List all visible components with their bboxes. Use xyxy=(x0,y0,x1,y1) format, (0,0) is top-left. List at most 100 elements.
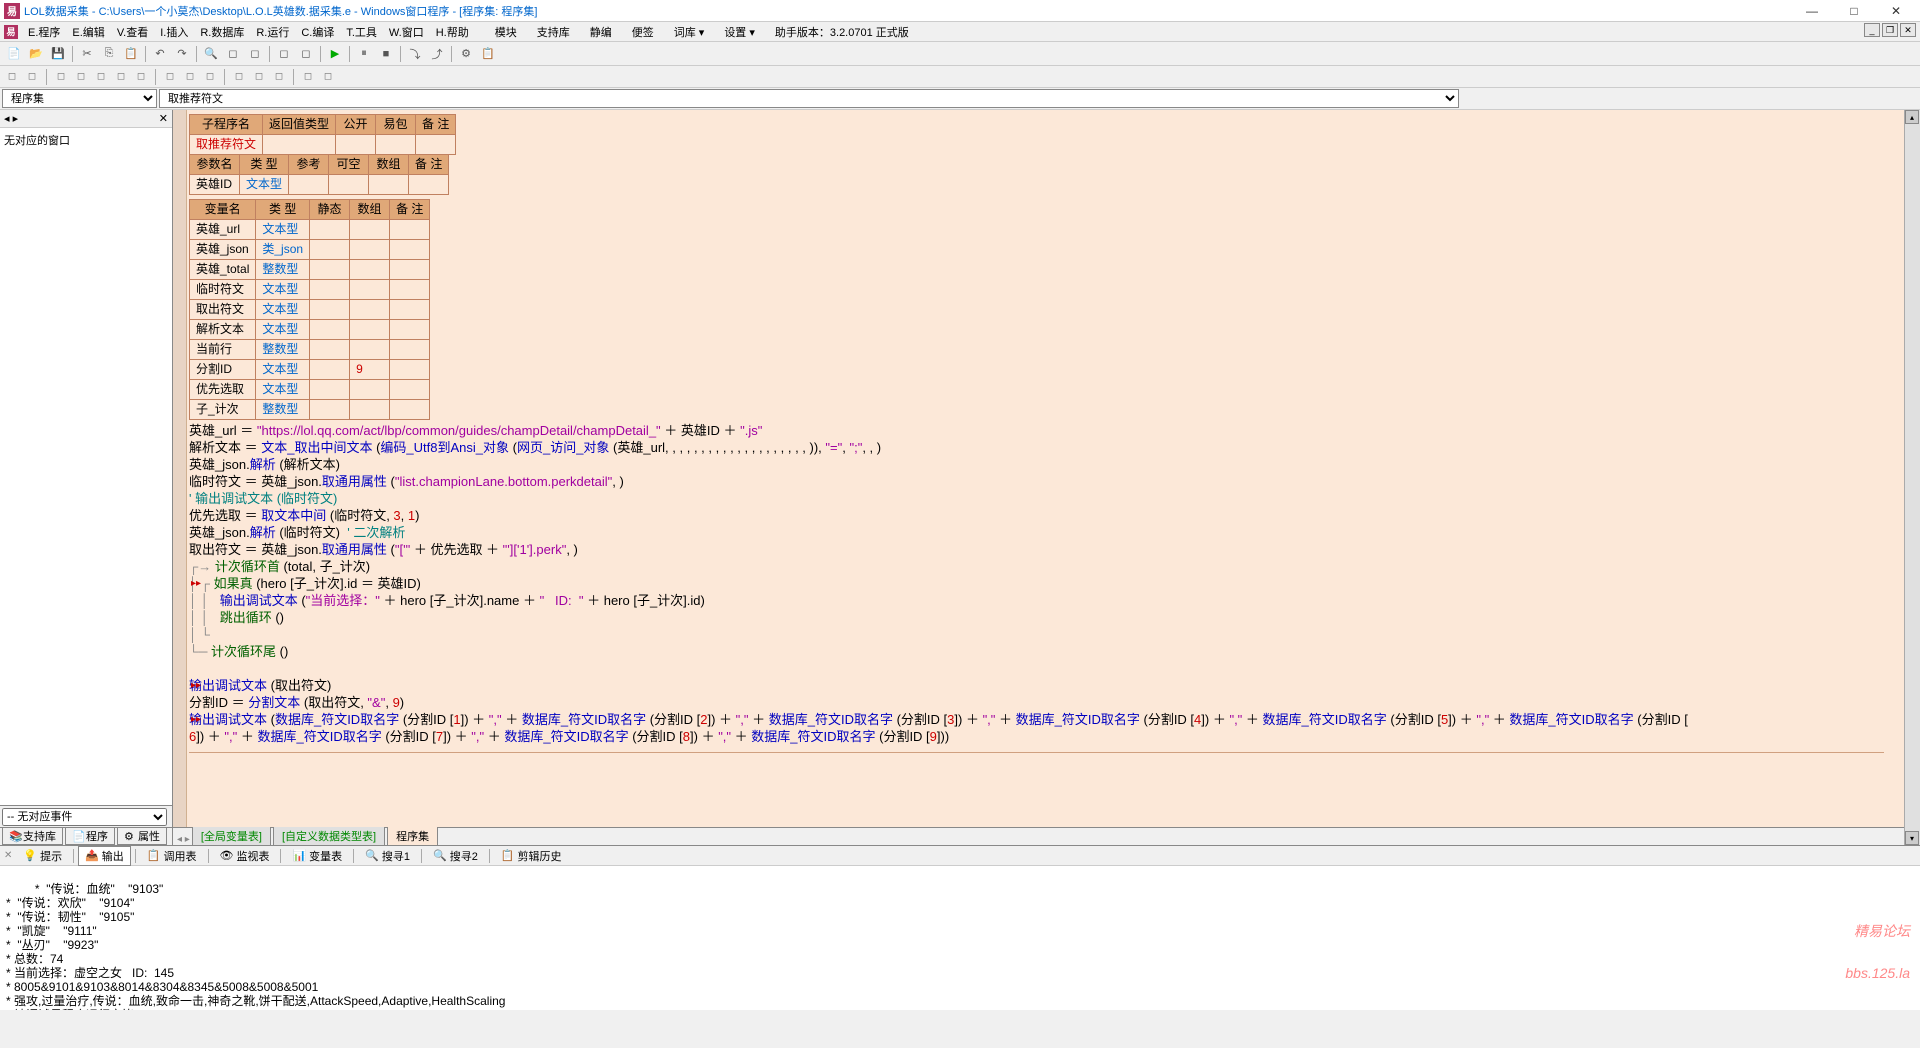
code-line: │ │ 跳出循环 () xyxy=(189,609,1904,626)
vertical-scrollbar[interactable]: ▴ ▾ xyxy=(1904,110,1920,845)
btn-icon[interactable]: ⚙ xyxy=(456,44,476,64)
table-row: 英雄_url文本型 xyxy=(190,220,430,240)
debug-tab-watch[interactable]: 👁 监视表 xyxy=(213,846,277,866)
minimize-button[interactable]: — xyxy=(1800,3,1824,19)
btn-icon[interactable]: 📋 xyxy=(478,44,498,64)
tool-icon[interactable]: ◻ xyxy=(251,69,267,85)
tool-icon[interactable]: ◻ xyxy=(93,69,109,85)
table-row: 临时符文文本型 xyxy=(190,280,430,300)
mdi-minimize[interactable]: _ xyxy=(1864,23,1880,37)
debug-tab-search2[interactable]: 🔍 搜寻2 xyxy=(426,846,485,866)
code-line: ▸▸输出调试文本 (数据库_符文ID取名字 (分割ID [1]) ＋ "," ＋… xyxy=(189,711,1904,728)
step-icon[interactable]: ⤴ xyxy=(427,44,447,64)
debug-tab-search1[interactable]: 🔍 搜寻1 xyxy=(358,846,417,866)
copy-icon[interactable]: ⎘ xyxy=(99,44,119,64)
redo-icon[interactable]: ↷ xyxy=(172,44,192,64)
debug-tab-cliphistory[interactable]: 📋 剪辑历史 xyxy=(494,846,569,866)
maximize-button[interactable]: □ xyxy=(1842,3,1866,19)
left-panel-header: ◂ ▸ ✕ xyxy=(0,110,172,128)
tab-program-set[interactable]: 程序集 xyxy=(387,826,438,845)
tab-property[interactable]: ⚙属性 xyxy=(117,828,167,845)
run-icon[interactable]: ▶ xyxy=(325,44,345,64)
menu-database[interactable]: R.数据库 xyxy=(194,22,250,42)
tab-program[interactable]: 📄程序 xyxy=(65,828,115,845)
menu-edit[interactable]: E.编辑 xyxy=(66,22,110,42)
menu-run[interactable]: R.运行 xyxy=(250,22,295,42)
undo-icon[interactable]: ↶ xyxy=(150,44,170,64)
panel-arrows[interactable]: ◂ ▸ xyxy=(4,112,18,125)
tool-icon[interactable]: ◻ xyxy=(300,69,316,85)
code-line: 临时符文 ＝ 英雄_json.取通用属性 ("list.championLane… xyxy=(189,473,1904,490)
code-line: ┌→ 计次循环首 (total, 子_计次) xyxy=(189,558,1904,575)
panel-close-icon[interactable]: ✕ xyxy=(159,112,168,125)
tool-icon[interactable]: ◻ xyxy=(113,69,129,85)
menu-static-compile[interactable]: 静编 xyxy=(590,24,612,40)
mdi-close[interactable]: ✕ xyxy=(1900,23,1916,37)
tab-global-var[interactable]: [全局变量表] xyxy=(192,826,271,845)
variable-table[interactable]: 变量名类 型静态数组备 注 英雄_url文本型 英雄_json类_json 英雄… xyxy=(189,199,430,420)
debug-tab-hint[interactable]: 💡 提示 xyxy=(16,846,69,866)
app-icon: 易 xyxy=(4,3,20,19)
menu-window[interactable]: W.窗口 xyxy=(383,22,430,42)
menu-tools[interactable]: T.工具 xyxy=(340,22,383,42)
step-icon[interactable]: ⤵ xyxy=(405,44,425,64)
tool-icon[interactable]: ◻ xyxy=(271,69,287,85)
tool-icon[interactable]: ◻ xyxy=(24,69,40,85)
debug-tab-vars[interactable]: 📊 变量表 xyxy=(285,846,349,866)
left-dropdown[interactable]: 程序集 xyxy=(2,89,157,108)
code-line: 取出符文 ＝ 英雄_json.取通用属性 ("['" ＋ 优先选取 ＋ "'][… xyxy=(189,541,1904,558)
param-table[interactable]: 参数名类 型参考可空数组备 注 英雄ID文本型 xyxy=(189,154,449,195)
menu-notes[interactable]: 便签 xyxy=(632,24,654,40)
stop-icon[interactable]: ■ xyxy=(376,44,396,64)
menu-help[interactable]: H.帮助 xyxy=(430,22,475,42)
menu-support-lib[interactable]: 支持库 xyxy=(537,24,570,40)
pause-icon[interactable]: ⏸ xyxy=(354,44,374,64)
menu-settings[interactable]: 设置 ▾ xyxy=(724,24,755,40)
tool-icon[interactable]: ◻ xyxy=(162,69,178,85)
dropdown-row: 程序集 取推荐符文 xyxy=(0,88,1920,110)
panel-close-icon[interactable]: ✕ xyxy=(4,850,12,861)
table-row: 取出符文文本型 xyxy=(190,300,430,320)
tool-icon[interactable]: ◻ xyxy=(182,69,198,85)
event-dropdown[interactable]: -- 无对应事件 xyxy=(2,808,167,826)
tool-icon[interactable]: ◻ xyxy=(320,69,336,85)
window-title: LOL数据采集 - C:\Users\一个小莫杰\Desktop\L.O.L英雄… xyxy=(24,3,1800,19)
tool-icon[interactable]: ◻ xyxy=(4,69,20,85)
code-line: │ │ 输出调试文本 ("当前选择：" ＋ hero [子_计次].name ＋… xyxy=(189,592,1904,609)
mdi-restore[interactable]: ❐ xyxy=(1882,23,1898,37)
tool-icon[interactable]: ◻ xyxy=(73,69,89,85)
tool-icon[interactable]: ◻ xyxy=(53,69,69,85)
tool-icon[interactable]: ◻ xyxy=(133,69,149,85)
tool-icon[interactable]: ◻ xyxy=(231,69,247,85)
code-line: 解析文本 ＝ 文本_取出中间文本 (编码_Utf8到Ansi_对象 (网页_访问… xyxy=(189,439,1904,456)
menu-insert[interactable]: I.插入 xyxy=(154,22,194,42)
menu-program[interactable]: E.程序 xyxy=(22,22,66,42)
debug-tab-output[interactable]: 📤 输出 xyxy=(78,846,131,866)
subroutine-table[interactable]: 子程序名返回值类型公开易包备 注 取推荐符文 xyxy=(189,114,456,155)
cut-icon[interactable]: ✂ xyxy=(77,44,97,64)
code-editor[interactable]: 子程序名返回值类型公开易包备 注 取推荐符文 参数名类 型参考可空数组备 注 英… xyxy=(173,110,1904,827)
debug-tab-callstack[interactable]: 📋 调用表 xyxy=(140,846,204,866)
table-row: 分割ID文本型9 xyxy=(190,360,430,380)
btn-icon[interactable]: ◻ xyxy=(223,44,243,64)
open-icon[interactable]: 📂 xyxy=(26,44,46,64)
new-icon[interactable]: 📄 xyxy=(4,44,24,64)
close-button[interactable]: ✕ xyxy=(1884,3,1908,19)
left-panel-body: 无对应的窗口 xyxy=(0,128,172,805)
find-icon[interactable]: 🔍 xyxy=(201,44,221,64)
menu-dict[interactable]: 词库 ▾ xyxy=(674,24,705,40)
btn-icon[interactable]: ◻ xyxy=(245,44,265,64)
menu-view[interactable]: V.查看 xyxy=(111,22,154,42)
debug-output[interactable]: * "传说：血统" "9103" * "传说：欢欣" "9104" * "传说：… xyxy=(0,866,1920,1010)
menu-compile[interactable]: C.编译 xyxy=(295,22,340,42)
tab-custom-type[interactable]: [自定义数据类型表] xyxy=(273,826,385,845)
save-icon[interactable]: 💾 xyxy=(48,44,68,64)
btn-icon[interactable]: ◻ xyxy=(274,44,294,64)
menu-module[interactable]: 模块 xyxy=(495,24,517,40)
tab-support-lib[interactable]: 📚支持库 xyxy=(2,828,63,845)
tool-icon[interactable]: ◻ xyxy=(202,69,218,85)
right-dropdown[interactable]: 取推荐符文 xyxy=(159,89,1459,108)
paste-icon[interactable]: 📋 xyxy=(121,44,141,64)
btn-icon[interactable]: ◻ xyxy=(296,44,316,64)
tab-nav-icon[interactable]: ◂ ▸ xyxy=(177,834,190,845)
